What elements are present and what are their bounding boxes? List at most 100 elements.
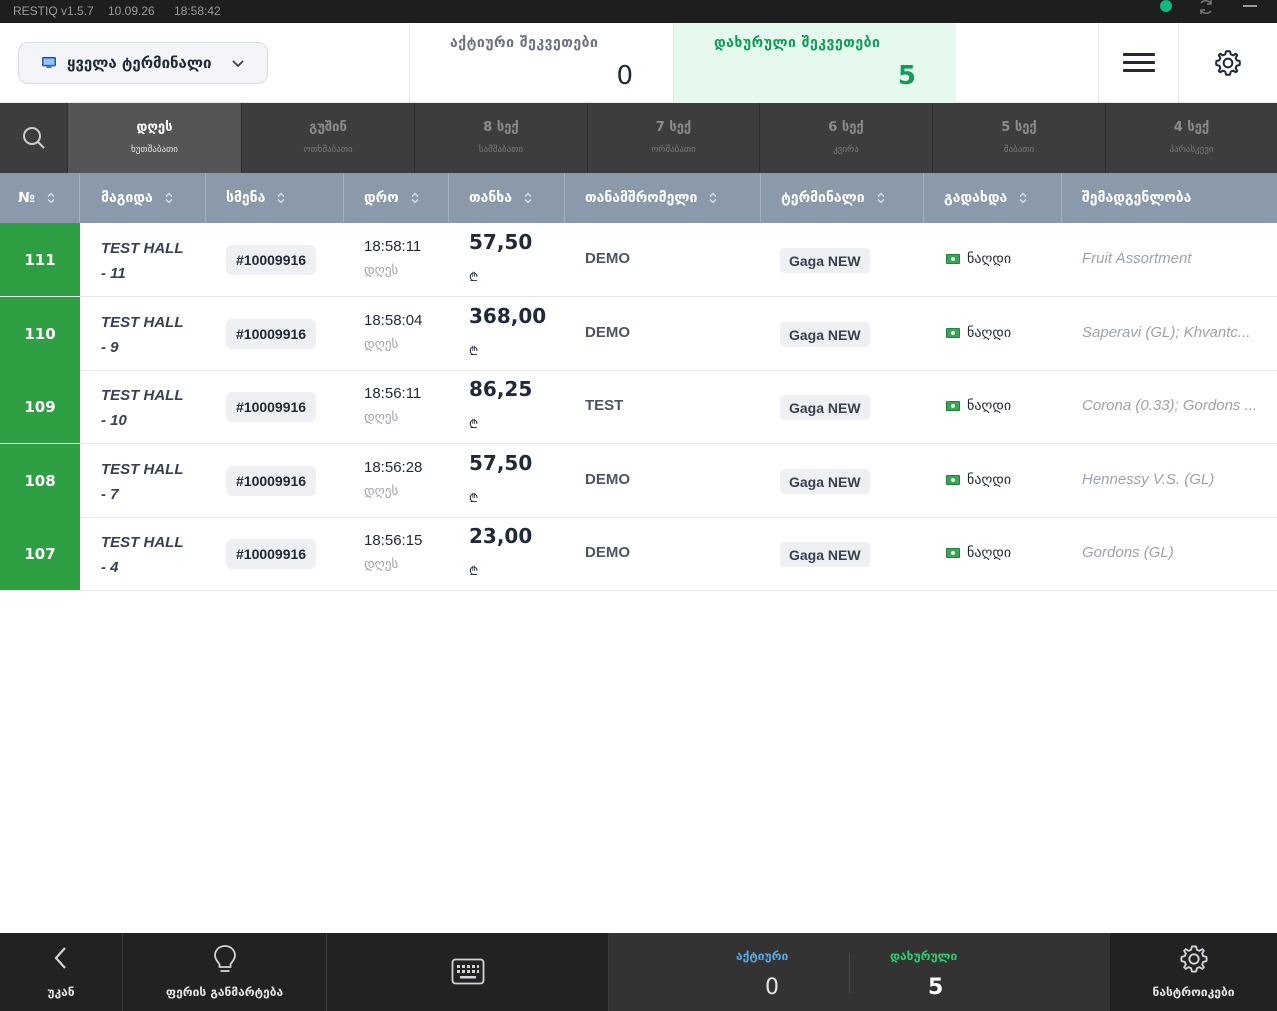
search-button[interactable]	[0, 103, 67, 173]
column-header-shift[interactable]: სმენა	[206, 173, 344, 223]
column-header-employee[interactable]: თანამშრომელი	[565, 173, 761, 223]
title-time: 18:58:42	[174, 4, 221, 18]
day-tab-5[interactable]: 5 სექ შაბათი	[932, 103, 1105, 173]
settings-button[interactable]	[1178, 23, 1277, 103]
day-tab-4[interactable]: 4 სექ პარასკევი	[1105, 103, 1277, 173]
day-tab-weekday: ოთხშაბათი	[303, 145, 353, 155]
footer-active-label: აქტიური	[736, 949, 789, 963]
terminal-badge: Gaga NEW	[780, 395, 870, 420]
active-orders-stat[interactable]: აქტიური შეკვეთები 0	[409, 23, 673, 103]
day-tab-yesterday[interactable]: გუშინ ოთხშაბათი	[241, 103, 414, 173]
employee-name: DEMO	[585, 544, 630, 561]
footer-order-stats: აქტიური 0 დახურული 5	[609, 933, 1110, 1011]
order-time: 18:58:11	[364, 238, 422, 255]
day-tab-weekday: შაბათი	[1003, 145, 1035, 155]
table-row[interactable]: 110 TEST HALL - 9 #10009916 18:58:04 დღე…	[0, 297, 1277, 371]
payment-label: ნაღდი	[967, 472, 1012, 488]
table-row[interactable]: 109 TEST HALL - 10 #10009916 18:56:11 დღ…	[0, 370, 1277, 444]
refresh-icon[interactable]	[1197, 0, 1215, 16]
order-amount: 86,25	[469, 377, 533, 401]
order-composition: Fruit Assortment	[1082, 250, 1192, 267]
order-amount: 57,50	[469, 230, 533, 254]
employee-name: DEMO	[585, 324, 630, 341]
sort-icon	[277, 192, 285, 204]
footer-bar: უკან ფერის განმარტება აქტიური 0 დახურული…	[0, 933, 1277, 1011]
employee-name: DEMO	[585, 250, 630, 267]
column-header-time[interactable]: დრო	[344, 173, 449, 223]
order-day: დღეს	[364, 337, 399, 352]
order-number: 111	[0, 223, 80, 296]
day-tab-8[interactable]: 8 სექ სამშაბათი	[414, 103, 587, 173]
order-composition: Gordons (GL)	[1082, 544, 1174, 561]
settings-footer-button[interactable]: ნასტროიკები	[1110, 933, 1277, 1011]
payment-label: ნაღდი	[967, 398, 1012, 414]
keyboard-icon	[451, 958, 484, 985]
sort-icon	[524, 192, 532, 204]
closed-orders-label: დახურული შეკვეთები	[714, 35, 881, 51]
footer-closed-value: 5	[928, 975, 944, 1000]
payment-label: ნაღდი	[967, 325, 1012, 341]
terminal-badge: Gaga NEW	[780, 322, 870, 347]
column-label: გადახდა	[944, 190, 1008, 206]
column-header-terminal[interactable]: ტერმინალი	[761, 173, 924, 223]
order-amount: 368,00	[469, 304, 547, 328]
divider	[849, 953, 850, 993]
day-tab-6[interactable]: 6 სექ კვირა	[759, 103, 932, 173]
payment-label: ნაღდი	[967, 251, 1012, 267]
terminal-badge: Gaga NEW	[780, 248, 870, 273]
column-header-payment[interactable]: გადახდა	[924, 173, 1062, 223]
minimize-icon[interactable]	[1243, 5, 1257, 7]
sort-icon	[1019, 192, 1027, 204]
table-name: TEST HALL - 7	[101, 461, 184, 503]
column-label: თანამშრომელი	[585, 190, 698, 206]
back-label: უკან	[47, 985, 75, 999]
chevron-left-icon	[54, 947, 66, 969]
order-amount: 57,50	[469, 451, 533, 475]
column-label: ტერმინალი	[781, 190, 865, 206]
table-row[interactable]: 107 TEST HALL - 4 #10009916 18:56:15 დღე…	[0, 517, 1277, 591]
column-label: თანხა	[469, 190, 513, 206]
table-name: TEST HALL - 9	[101, 314, 184, 356]
day-tab-today[interactable]: დღეს ხუთშაბათი	[67, 103, 241, 173]
table-row[interactable]: 111 TEST HALL - 11 #10009916 18:58:11 დღ…	[0, 223, 1277, 297]
hamburger-icon	[1122, 53, 1155, 73]
day-tab-label: დღეს	[136, 120, 173, 135]
column-header-number[interactable]: №	[0, 173, 80, 223]
color-legend-button[interactable]: ფერის განმარტება	[123, 933, 327, 1011]
cash-icon	[946, 475, 960, 485]
shift-badge: #10009916	[226, 319, 317, 349]
shift-badge: #10009916	[226, 539, 317, 569]
keyboard-button[interactable]	[327, 933, 609, 1011]
column-label: მაგიდა	[101, 190, 153, 206]
payment-method: ნაღდი	[946, 325, 1011, 341]
day-tab-label: გუშინ	[309, 120, 347, 135]
column-header-amount[interactable]: თანხა	[449, 173, 565, 223]
order-number: 109	[0, 370, 80, 443]
back-button[interactable]: უკან	[0, 933, 123, 1011]
lightbulb-icon	[213, 945, 236, 972]
shift-badge: #10009916	[226, 466, 317, 496]
payment-method: ნაღდი	[946, 545, 1011, 561]
active-orders-value: 0	[616, 61, 633, 91]
column-header-composition[interactable]: შემადგენლობა	[1062, 173, 1277, 223]
day-filter-bar: დღეს ხუთშაბათი გუშინ ოთხშაბათი 8 სექ სამ…	[0, 103, 1277, 173]
menu-button[interactable]	[1098, 23, 1178, 103]
sort-icon	[709, 192, 717, 204]
search-icon	[22, 127, 45, 149]
day-tab-weekday: პარასკევი	[1169, 145, 1214, 155]
day-tab-weekday: სამშაბათი	[478, 145, 524, 155]
terminal-select[interactable]: ყველა ტერმინალი	[18, 42, 268, 84]
table-row[interactable]: 108 TEST HALL - 7 #10009916 18:56:28 დღე…	[0, 444, 1277, 518]
cash-icon	[946, 548, 960, 558]
day-tab-7[interactable]: 7 სექ ორშაბათი	[587, 103, 759, 173]
currency-icon: ₾	[469, 491, 479, 505]
day-tab-label: 8 სექ	[483, 120, 519, 135]
column-header-table[interactable]: მაგიდა	[80, 173, 206, 223]
currency-icon: ₾	[469, 417, 479, 431]
closed-orders-stat[interactable]: დახურული შეკვეთები 5	[673, 23, 956, 103]
title-date: 10.09.26	[108, 4, 155, 18]
sort-icon	[877, 192, 885, 204]
order-time: 18:56:15	[364, 532, 423, 549]
app-version: RESTIQ v1.5.7	[13, 4, 94, 18]
shift-badge: #10009916	[226, 392, 317, 422]
